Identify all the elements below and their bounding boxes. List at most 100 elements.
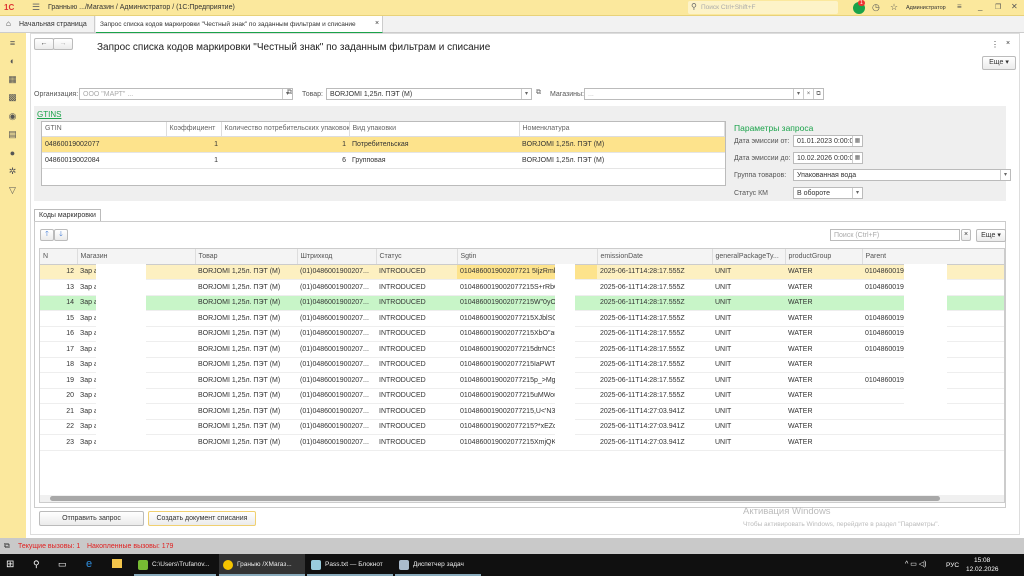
product-field[interactable]: BORJOMI 1,25л. ПЭТ (М) ▾ [326, 88, 532, 100]
tab-home[interactable]: ⌂ Начальная страница [0, 16, 95, 33]
horizontal-scrollbar[interactable] [40, 495, 1004, 502]
calls-icon[interactable]: ⧉ [4, 541, 10, 551]
restore-icon[interactable]: ❐ [995, 3, 1001, 11]
clear-search-button[interactable]: × [961, 229, 971, 241]
status-km-field[interactable]: В обороте ▾ [793, 187, 863, 199]
table-row[interactable]: 14 Зар а 1а BORJOMI 1,25л. ПЭТ (М) (01)0486… [40, 295, 1004, 311]
org-field[interactable]: ООО "МАРТ" ... ▾ [79, 88, 293, 100]
table-row[interactable]: 22 Зар а 1а BORJOMI 1,25л. ПЭТ (М) (01)0486… [40, 419, 1004, 435]
table-row[interactable]: 04860019002077 1 1 Потребительская BORJOMI 1… [42, 136, 725, 153]
date-to-field[interactable]: 10.02.2026 0:00:0 ▦ [793, 152, 863, 164]
open-icon[interactable]: ⧉ [813, 89, 823, 99]
table-row[interactable]: 20 Зар а 1а BORJOMI 1,25л. ПЭТ (М) (01)0486… [40, 388, 1004, 404]
ie-icon[interactable]: e [86, 558, 92, 570]
date-from-value: 01.01.2023 0:00:0 [797, 138, 854, 145]
more-actions-icon[interactable]: ⋮ [991, 40, 999, 49]
group-field[interactable]: Упакованная вода ▾ [793, 169, 1011, 181]
send-request-button[interactable]: Отправить запрос [39, 511, 144, 526]
table-cell: INTRODUCED [376, 264, 457, 280]
codes-search-input[interactable]: Поиск (Ctrl+F) [830, 229, 960, 241]
settings-icon[interactable]: ≡ [957, 2, 962, 11]
date-from-field[interactable]: 01.01.2023 0:00:0 ▦ [793, 135, 863, 147]
favorites-icon[interactable]: ☆ [890, 2, 898, 13]
table-row[interactable]: 16 Зар а 1а BORJOMI 1,25л. ПЭТ (М) (01)0486… [40, 326, 1004, 342]
table-cell: BORJOMI 1,25л. ПЭТ (М) [195, 372, 297, 389]
column-header: Товар [195, 249, 298, 265]
explorer-icon[interactable] [112, 559, 122, 568]
table-cell: 0104860019002077215p_>MgZY [457, 372, 597, 389]
taskbar-item[interactable]: C:\Users\Trufanov... [134, 554, 216, 576]
table-cell: 17 [40, 341, 77, 358]
task-view-icon[interactable]: ▭ [58, 559, 67, 570]
tray-icons[interactable]: ^ ▭ ◁) [905, 560, 927, 568]
table-row[interactable]: 21 Зар а 1а BORJOMI 1,25л. ПЭТ (М) (01)0486… [40, 403, 1004, 420]
table-row[interactable]: 15 Зар а 1а BORJOMI 1,25л. ПЭТ (М) (01)0486… [40, 310, 1004, 327]
dropdown-icon[interactable]: ▾ [793, 89, 803, 99]
dropdown-icon[interactable]: ▾ [521, 89, 531, 99]
language-indicator[interactable]: РУС [946, 562, 959, 569]
dropdown-icon[interactable]: ▾ [1000, 170, 1010, 180]
stores-field[interactable]: ... ▾ × ⧉ [584, 88, 824, 100]
global-search-placeholder: Поиск Ctrl+Shift+F [701, 4, 756, 11]
table-cell: 16 [40, 326, 77, 342]
warehouse-icon[interactable]: ▩ [8, 93, 17, 102]
table-row[interactable]: 18 Зар а 1а BORJOMI 1,25л. ПЭТ (М) (01)0486… [40, 357, 1004, 373]
table-cell: (01)0486001900207... [297, 372, 376, 389]
table-row[interactable]: 23 Зар а 1а BORJOMI 1,25л. ПЭТ (М) (01)0486… [40, 434, 1004, 451]
codes-more-button[interactable]: Еще ▾ [976, 229, 1006, 242]
search-icon[interactable]: ⚲ [33, 559, 40, 570]
global-search-input[interactable]: ⚲ Поиск Ctrl+Shift+F [688, 1, 838, 14]
user-name[interactable]: Администратор [906, 5, 946, 11]
calendar-icon[interactable]: ▦ [852, 153, 862, 163]
close-tab-icon[interactable]: × [375, 20, 379, 27]
clock-date[interactable]: 12.02.2026 [966, 566, 999, 573]
open-icon[interactable]: ⧉ [536, 89, 541, 97]
table-cell: (01)0486001900207... [297, 295, 376, 311]
more-label: Еще [989, 59, 1004, 66]
table-row[interactable]: 13 Зар а 1а BORJOMI 1,25л. ПЭТ (М) (01)0486… [40, 279, 1004, 296]
back-button[interactable]: ← [34, 38, 54, 50]
history-icon[interactable]: ◷ [872, 2, 880, 13]
move-down-button[interactable]: 🡓 [54, 229, 68, 241]
notifications-icon[interactable]: 1 [853, 0, 865, 14]
table-cell: 2025-06-11T14:28:17.555Z [597, 357, 712, 373]
taskbar-item[interactable]: Граныю /ХМагаз... [219, 554, 305, 576]
forward-button[interactable]: → [53, 38, 73, 50]
scrollbar-thumb[interactable] [50, 496, 940, 501]
start-icon[interactable]: ⊞ [6, 559, 14, 570]
dashboard-icon[interactable]: ◐ [8, 57, 17, 66]
calendar-icon[interactable]: ▦ [852, 136, 862, 146]
close-form-icon[interactable]: × [1006, 40, 1010, 47]
staff-icon[interactable]: ● [8, 149, 17, 158]
tab-request[interactable]: Запрос списка кодов маркировки "Честный … [96, 16, 383, 33]
admin-icon[interactable]: ✲ [8, 167, 17, 176]
gtins-title[interactable]: GTINS [37, 110, 61, 119]
open-icon[interactable]: ⧉ [287, 89, 292, 97]
money-icon[interactable]: ◉ [8, 112, 17, 121]
title-bar: 1С ☰ Гранныю .../Магазин / Администратор… [0, 0, 1024, 16]
column-header: Статус [376, 249, 458, 265]
move-up-button[interactable]: 🡑 [40, 229, 54, 241]
main-menu-icon[interactable]: ☰ [32, 2, 40, 13]
create-writeoff-button[interactable]: Создать документ списания [148, 511, 256, 526]
stores-value: ... [588, 91, 594, 98]
menu-list-icon[interactable]: ≡ [8, 39, 17, 48]
table-cell: 0104860019002077215,U<'N3Mz [457, 403, 597, 420]
minimize-icon[interactable]: _ [978, 2, 982, 11]
table-row[interactable]: 19 Зар а 1а BORJOMI 1,25л. ПЭТ (М) (01)0486… [40, 372, 1004, 389]
taskbar-item[interactable]: Pass.txt — Блокнот [307, 554, 393, 576]
clock-time[interactable]: 15:08 [974, 557, 990, 564]
more-button[interactable]: Еще ▾ [982, 56, 1016, 70]
table-row[interactable]: 17 Зар а 1а BORJOMI 1,25л. ПЭТ (М) (01)0486… [40, 341, 1004, 358]
filter-icon[interactable]: ▽ [8, 186, 17, 195]
documents-icon[interactable]: ▤ [8, 130, 17, 139]
table-row[interactable]: 12 Зар а 1а BORJOMI 1,25л. ПЭТ (М) (01)0486… [40, 264, 1004, 280]
close-window-icon[interactable]: ✕ [1011, 2, 1018, 11]
dropdown-icon[interactable]: ▾ [852, 188, 862, 198]
purchases-icon[interactable]: ▦ [8, 75, 17, 84]
search-icon: ⚲ [691, 2, 697, 11]
table-cell: UNIT [712, 419, 785, 435]
table-row[interactable]: 04860019002084 1 6 Групповая BORJOMI 1,25л. … [42, 152, 725, 169]
taskbar-item[interactable]: Диспетчер задач [395, 554, 481, 576]
clear-icon[interactable]: × [803, 89, 813, 99]
